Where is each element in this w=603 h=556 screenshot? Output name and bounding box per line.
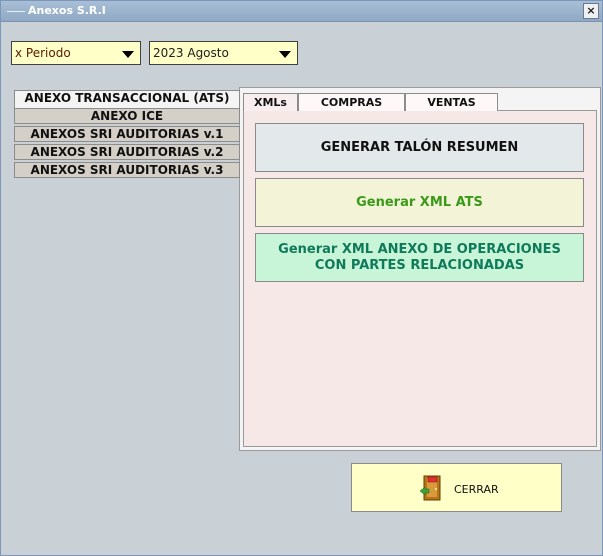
tab-ventas[interactable]: VENTAS bbox=[405, 93, 498, 111]
tab-anexo-ice[interactable]: ANEXO ICE bbox=[14, 108, 240, 124]
cerrar-button[interactable]: CERRAR bbox=[351, 463, 562, 512]
tab-auditorias-v1[interactable]: ANEXOS SRI AUDITORIAS v.1 bbox=[14, 126, 240, 142]
window-title: Anexos S.R.I bbox=[28, 4, 106, 17]
generar-xml-partes-button[interactable]: Generar XML ANEXO DE OPERACIONES CON PAR… bbox=[255, 233, 584, 282]
periodo-value: x Periodo bbox=[15, 46, 71, 60]
cerrar-label: CERRAR bbox=[454, 483, 499, 496]
close-button[interactable]: × bbox=[583, 3, 599, 19]
generar-xml-ats-button[interactable]: Generar XML ATS bbox=[255, 178, 584, 227]
mes-select[interactable]: 2023 Agosto bbox=[149, 41, 298, 65]
tab-compras[interactable]: COMPRAS bbox=[298, 93, 405, 111]
title-decoration bbox=[7, 11, 25, 12]
generar-talon-button[interactable]: GENERAR TALÓN RESUMEN bbox=[255, 123, 584, 172]
tab-auditorias-v2[interactable]: ANEXOS SRI AUDITORIAS v.2 bbox=[14, 144, 240, 160]
chevron-down-icon bbox=[279, 51, 291, 58]
tab-auditorias-v3[interactable]: ANEXOS SRI AUDITORIAS v.3 bbox=[14, 162, 240, 178]
mes-value: 2023 Agosto bbox=[153, 46, 229, 60]
exit-door-icon bbox=[419, 475, 441, 501]
tab-anexo-transaccional[interactable]: ANEXO TRANSACCIONAL (ATS) bbox=[14, 90, 240, 108]
title-bar[interactable]: Anexos S.R.I × bbox=[1, 1, 602, 22]
chevron-down-icon bbox=[122, 51, 134, 58]
periodo-select[interactable]: x Periodo bbox=[11, 41, 141, 65]
tab-xmls[interactable]: XMLs bbox=[243, 93, 298, 111]
